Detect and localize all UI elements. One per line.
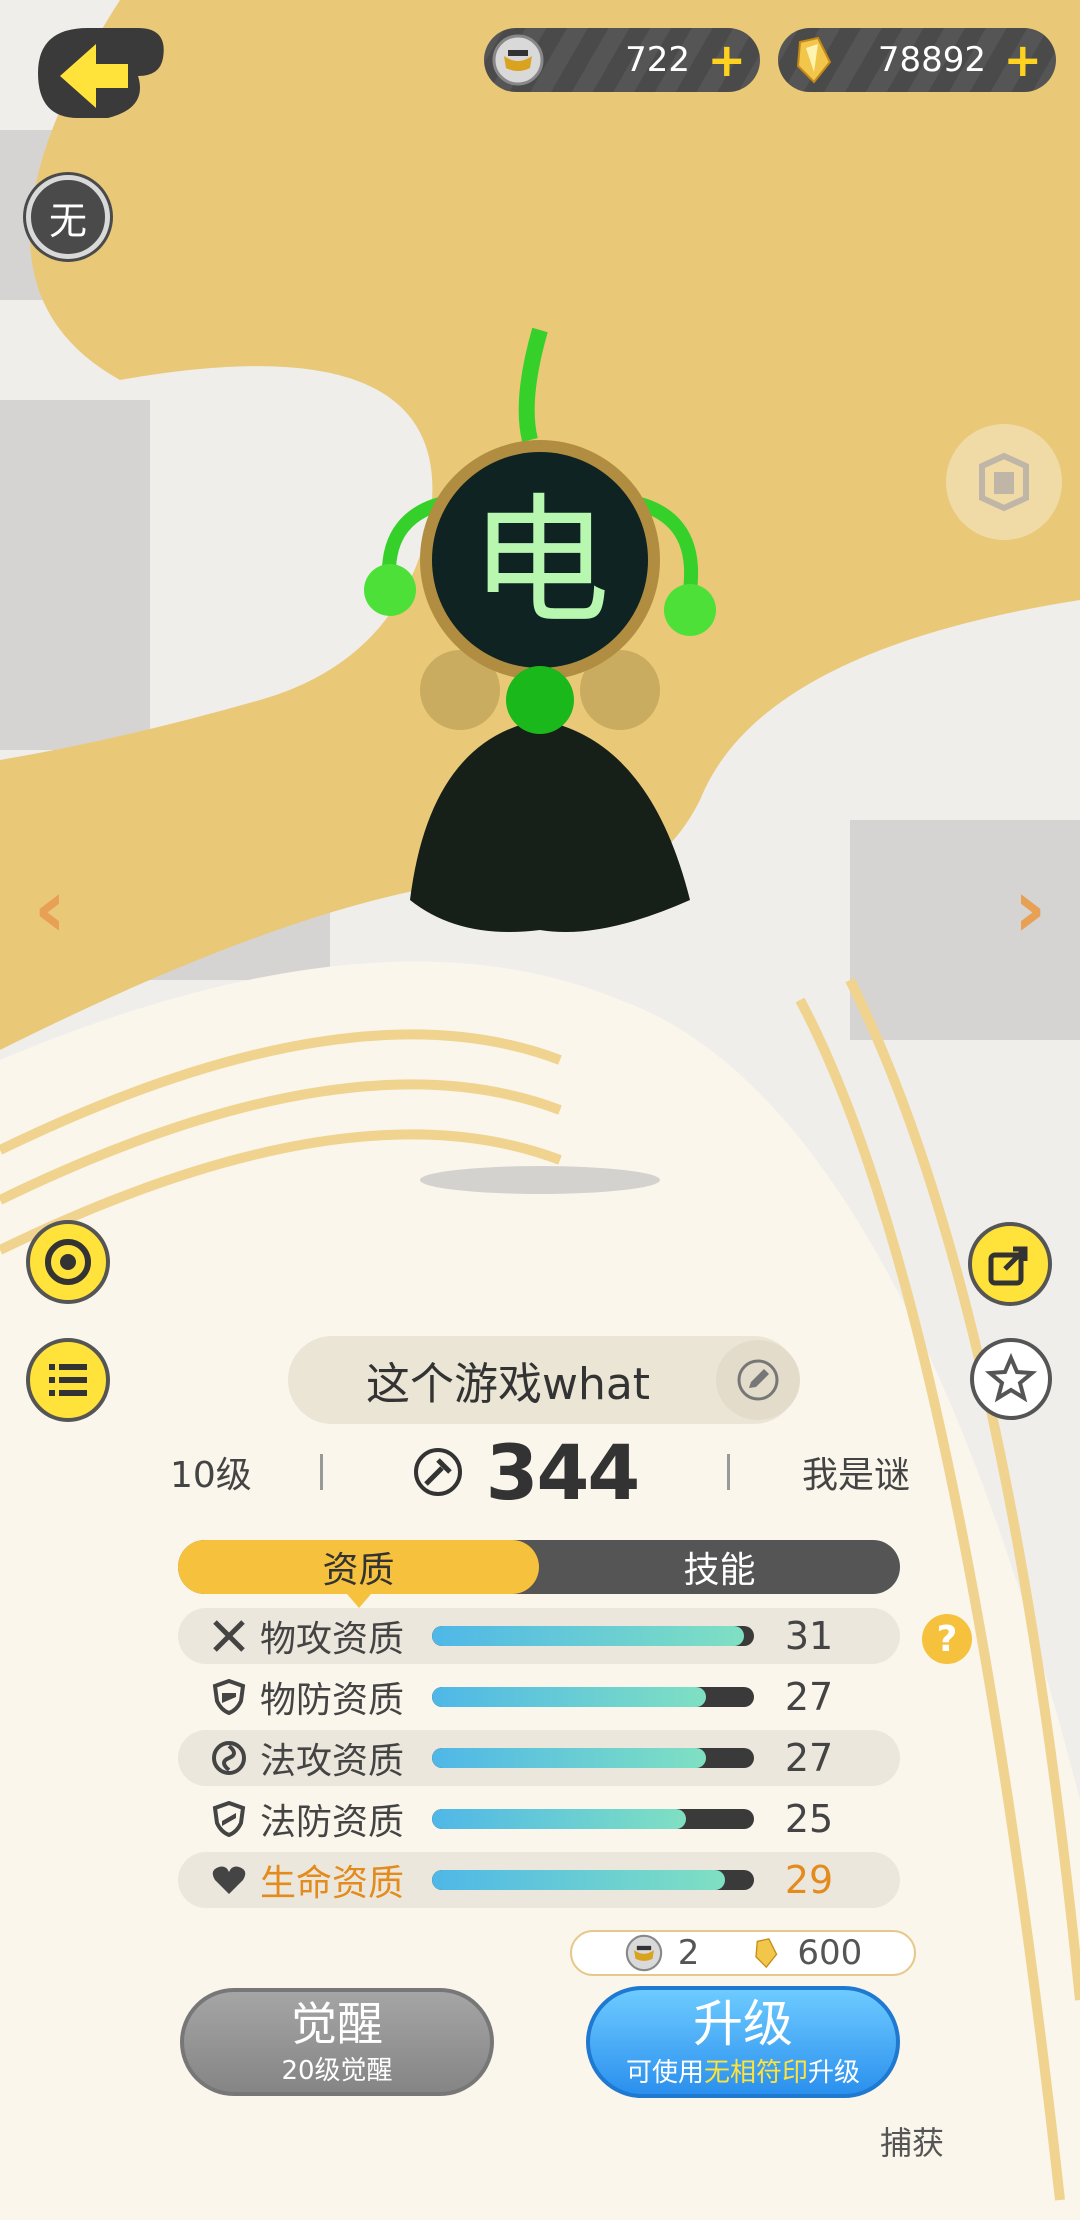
attr-bar-fill	[432, 1809, 687, 1829]
upgrade-hint-item: 无相符印	[703, 2057, 808, 2088]
attr-label: 法攻资质	[260, 1741, 405, 1782]
attr-value: 27	[784, 1736, 834, 1780]
shield-icon	[198, 1679, 260, 1715]
attr-bar	[432, 1870, 754, 1890]
attr-bar	[432, 1809, 754, 1829]
awaken-button[interactable]: 觉醒 20级觉醒	[180, 1988, 494, 2096]
attr-label: 物防资质	[260, 1680, 405, 1721]
pencil-icon	[737, 1359, 779, 1401]
upgrade-button[interactable]: 升级 可使用无相符印升级	[586, 1986, 900, 2098]
heart-icon	[198, 1864, 260, 1896]
attr-bar-fill	[432, 1687, 706, 1707]
attr-label: 生命资质	[260, 1863, 405, 1904]
attr-row-physical-attack: 物攻资质 31	[178, 1608, 900, 1664]
attr-value: 29	[784, 1858, 834, 1902]
tab-skills-label: 技能	[683, 1550, 756, 1591]
coin-counter: 722 +	[484, 28, 760, 92]
lock-badge-label: 无	[48, 198, 87, 243]
combat-power-value: 344	[485, 1427, 641, 1517]
attr-bar	[432, 1748, 754, 1768]
token-coin-icon	[625, 1934, 662, 1972]
back-arrow-icon	[38, 28, 164, 118]
lock-status-badge[interactable]: 无	[26, 175, 110, 259]
crystal-counter: 78892 +	[778, 28, 1056, 92]
cost-crystals: 600	[797, 1933, 863, 1973]
upgrade-hint: 可使用无相符印升级	[626, 2052, 860, 2089]
attr-value: 25	[784, 1797, 834, 1841]
attr-label: 物攻资质	[260, 1619, 405, 1660]
upgrade-hint-prefix: 可使用	[625, 2057, 704, 2088]
attr-bar-fill	[432, 1626, 745, 1646]
capture-link[interactable]: 捕获	[880, 2118, 944, 2164]
token-coin-icon	[492, 34, 544, 86]
awaken-requirement: 20级觉醒	[281, 2055, 393, 2086]
list-icon	[49, 1364, 87, 1396]
attr-bar	[432, 1687, 754, 1707]
upgrade-label: 升级	[693, 1994, 793, 2053]
crystal-icon	[755, 1938, 778, 1969]
combat-power: 344	[323, 1428, 727, 1517]
crystal-icon	[796, 36, 832, 84]
add-crystals-button[interactable]: +	[1003, 34, 1042, 86]
refresh-button[interactable]	[26, 1220, 110, 1304]
attr-row-physical-defense: 物防资质 27	[178, 1669, 900, 1725]
pet-level: 10级	[170, 1455, 252, 1496]
aptitude-list: 物攻资质 31 物防资质 27 法攻资质 27 法防资质 25 生命资质 29	[178, 1608, 900, 1913]
upgrade-cost: 2 600	[570, 1930, 916, 1976]
next-pet-button[interactable]: ›	[1000, 862, 1060, 955]
cost-coins: 2	[677, 1933, 700, 1973]
pet-name: 这个游戏what	[365, 1359, 651, 1410]
star-icon	[984, 1352, 1038, 1403]
attr-bar-fill	[432, 1748, 706, 1768]
pet-stats-row: 10级 344 我是谜	[170, 1428, 910, 1517]
share-icon	[988, 1246, 1028, 1286]
awaken-label: 觉醒	[291, 1996, 383, 2051]
pet-title: 我是谜	[801, 1455, 910, 1496]
crossed-swords-icon	[198, 1618, 260, 1654]
magic-swirl-icon	[198, 1740, 260, 1776]
chevron-right-icon: ›	[1013, 861, 1047, 955]
attr-label: 法防资质	[260, 1802, 405, 1843]
share-button[interactable]	[968, 1222, 1052, 1306]
attr-value: 27	[784, 1675, 834, 1719]
back-button[interactable]	[28, 18, 168, 128]
menu-button[interactable]	[26, 1338, 110, 1422]
detail-tabs: 资质 技能	[178, 1540, 900, 1608]
attr-value: 31	[784, 1614, 834, 1658]
add-coins-button[interactable]: +	[707, 34, 746, 86]
view-3d-button[interactable]	[946, 424, 1062, 540]
tab-skills[interactable]: 技能	[539, 1540, 900, 1594]
favorite-button[interactable]	[970, 1338, 1052, 1420]
chevron-left-icon: ‹	[33, 861, 67, 955]
cube-icon	[979, 452, 1029, 512]
refresh-icon	[45, 1239, 91, 1285]
tab-aptitude[interactable]: 资质	[178, 1540, 539, 1608]
upgrade-hint-suffix: 升级	[808, 2057, 861, 2088]
tab-aptitude-label: 资质	[322, 1550, 395, 1591]
attr-bar-fill	[432, 1870, 726, 1890]
edit-name-button[interactable]	[716, 1340, 800, 1420]
attr-row-magic-attack: 法攻资质 27	[178, 1730, 900, 1786]
attr-bar	[432, 1626, 754, 1646]
help-label: ?	[936, 1618, 958, 1660]
coin-amount: 722	[625, 40, 690, 80]
attr-row-magic-defense: 法防资质 25	[178, 1791, 900, 1847]
aptitude-help-button[interactable]: ?	[922, 1614, 972, 1664]
prev-pet-button[interactable]: ‹	[20, 862, 80, 955]
magic-shield-icon	[198, 1801, 260, 1837]
capture-label: 捕获	[880, 2124, 945, 2162]
attr-row-hp: 生命资质 29	[178, 1852, 900, 1908]
crystal-amount: 78892	[877, 40, 986, 80]
combat-power-icon	[413, 1448, 462, 1496]
svg-text:电: 电	[470, 481, 610, 644]
